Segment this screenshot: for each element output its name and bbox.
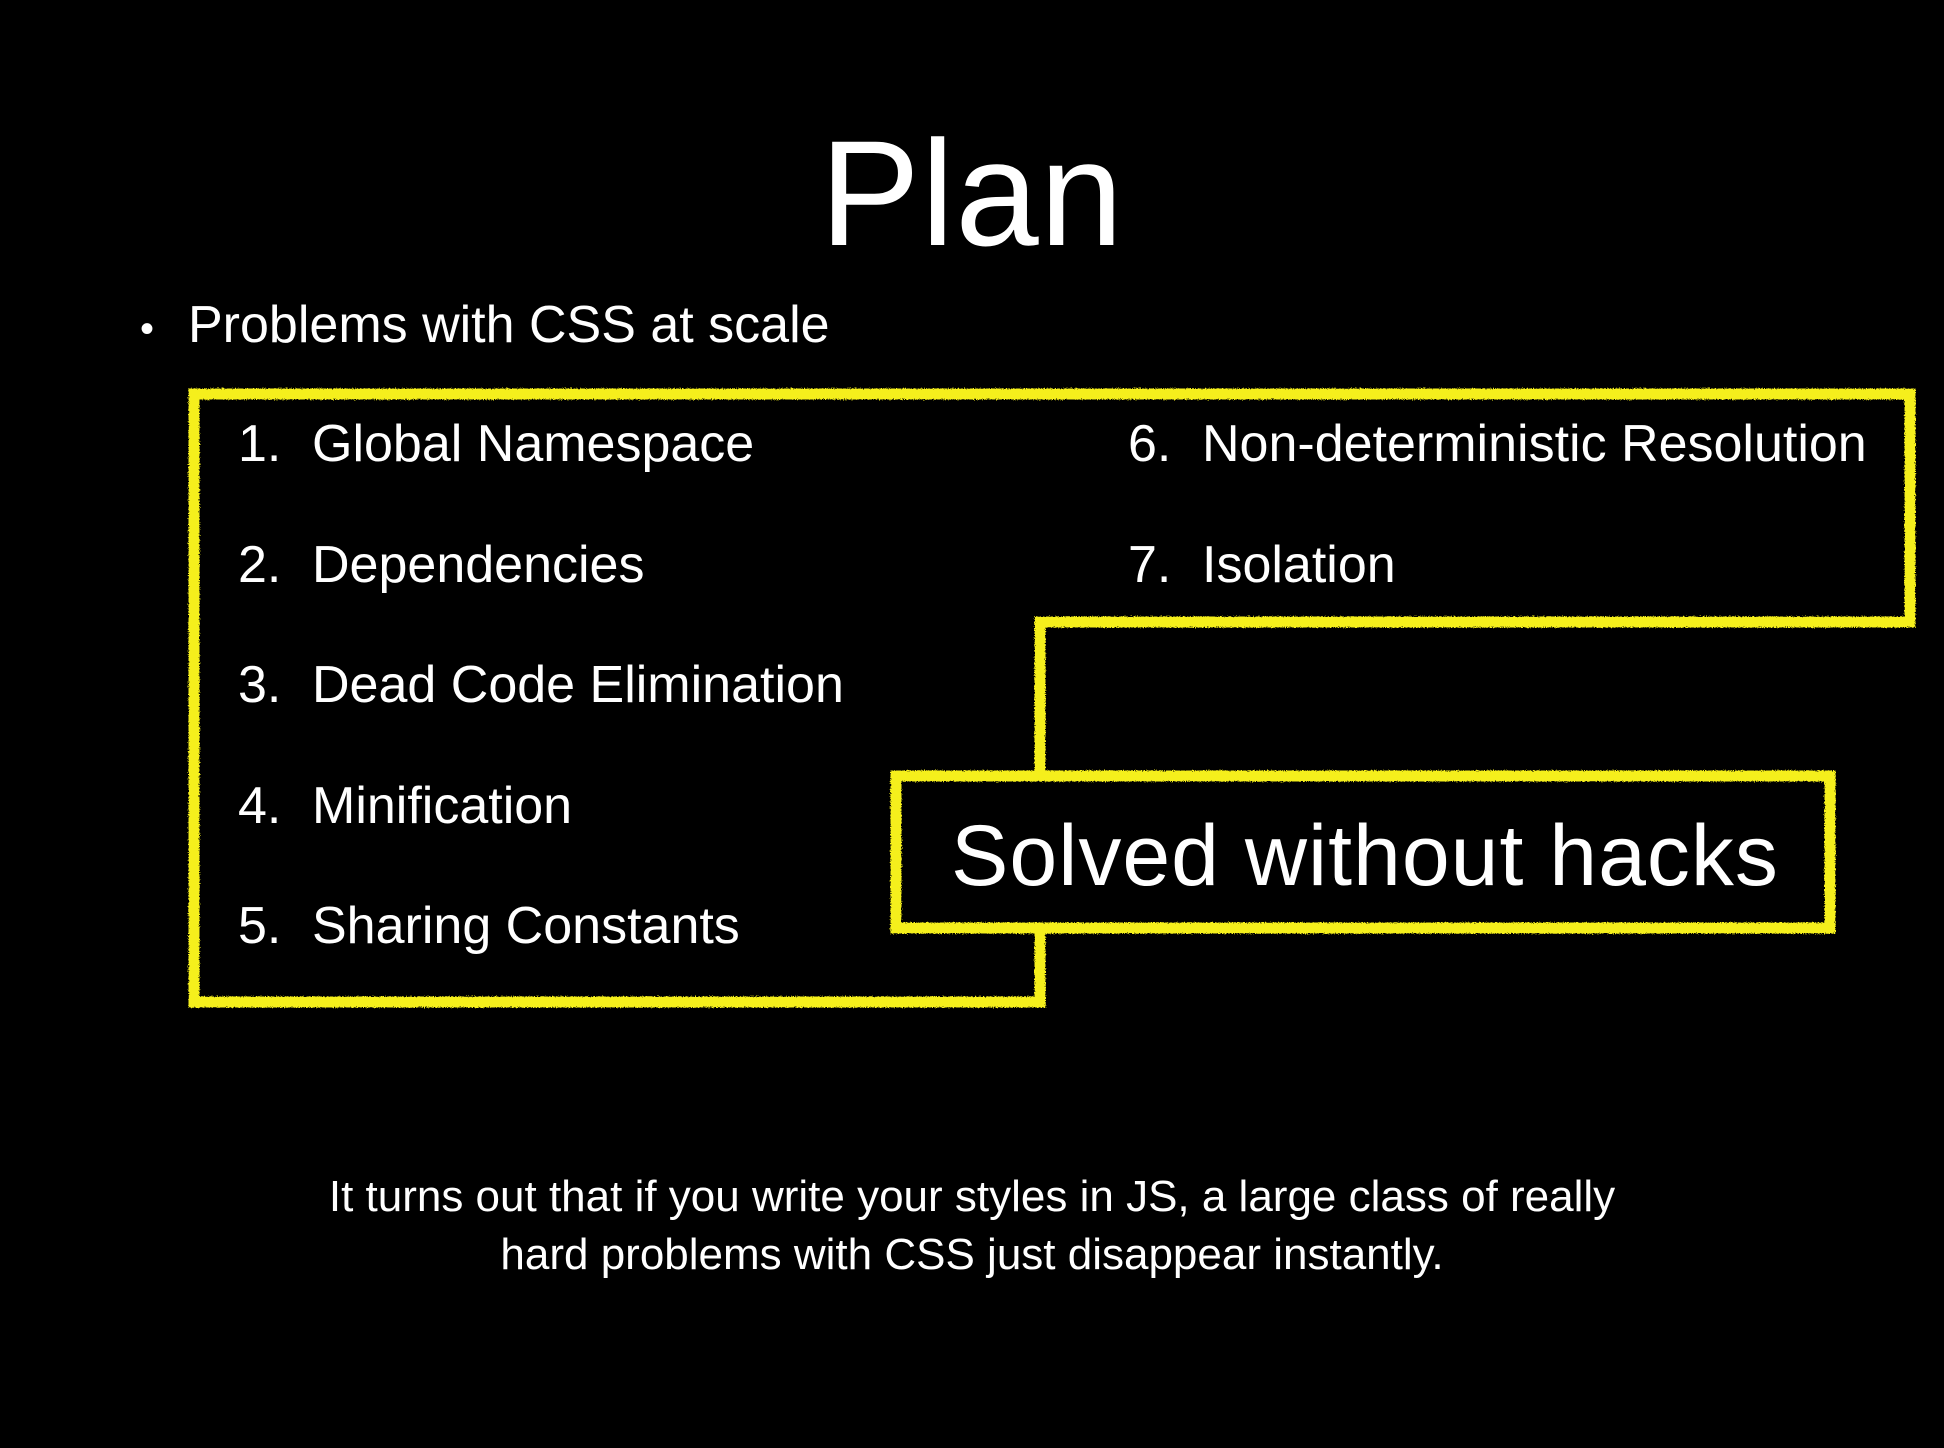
list-label: Minification xyxy=(312,777,573,835)
bullet-text: Problems with CSS at scale xyxy=(188,296,830,354)
list-number: 5. xyxy=(238,897,282,955)
footer-note: It turns out that if you write your styl… xyxy=(0,1168,1944,1284)
list-label: Non-deterministic Resolution xyxy=(1202,415,1867,473)
slide-title: Plan xyxy=(819,109,1125,277)
list-item-non-deterministic-resolution: 6. Non-deterministic Resolution xyxy=(1128,409,1867,479)
list-label: Sharing Constants xyxy=(312,897,740,955)
footer-line-1: It turns out that if you write your styl… xyxy=(328,1172,1616,1221)
list-number: 7. xyxy=(1128,536,1172,594)
callout-solved-without-hacks: Solved without hacks xyxy=(951,808,1779,904)
list-item-sharing-constants: 5. Sharing Constants xyxy=(238,891,740,961)
list-label: Dependencies xyxy=(312,536,645,594)
list-item-minification: 4. Minification xyxy=(238,771,572,841)
list-item-dead-code-elimination: 3. Dead Code Elimination xyxy=(238,650,844,720)
slide: Plan • Problems with CSS at scale 1. Globa… xyxy=(0,0,1944,1448)
list-label: Global Namespace xyxy=(312,415,755,473)
list-number: 2. xyxy=(238,536,282,594)
footer-line-2: hard problems with CSS just disappear in… xyxy=(500,1230,1444,1279)
list-number: 1. xyxy=(238,415,282,473)
list-item-global-namespace: 1. Global Namespace xyxy=(238,409,754,479)
list-label: Isolation xyxy=(1202,536,1396,594)
list-item-isolation: 7. Isolation xyxy=(1128,530,1396,600)
bullet-point: • Problems with CSS at scale xyxy=(140,290,830,364)
bullet-marker: • xyxy=(140,307,155,351)
list-number: 4. xyxy=(238,777,282,835)
list-label: Dead Code Elimination xyxy=(312,656,844,714)
list-item-dependencies: 2. Dependencies xyxy=(238,530,644,600)
list-number: 3. xyxy=(238,656,282,714)
list-number: 6. xyxy=(1128,415,1172,473)
